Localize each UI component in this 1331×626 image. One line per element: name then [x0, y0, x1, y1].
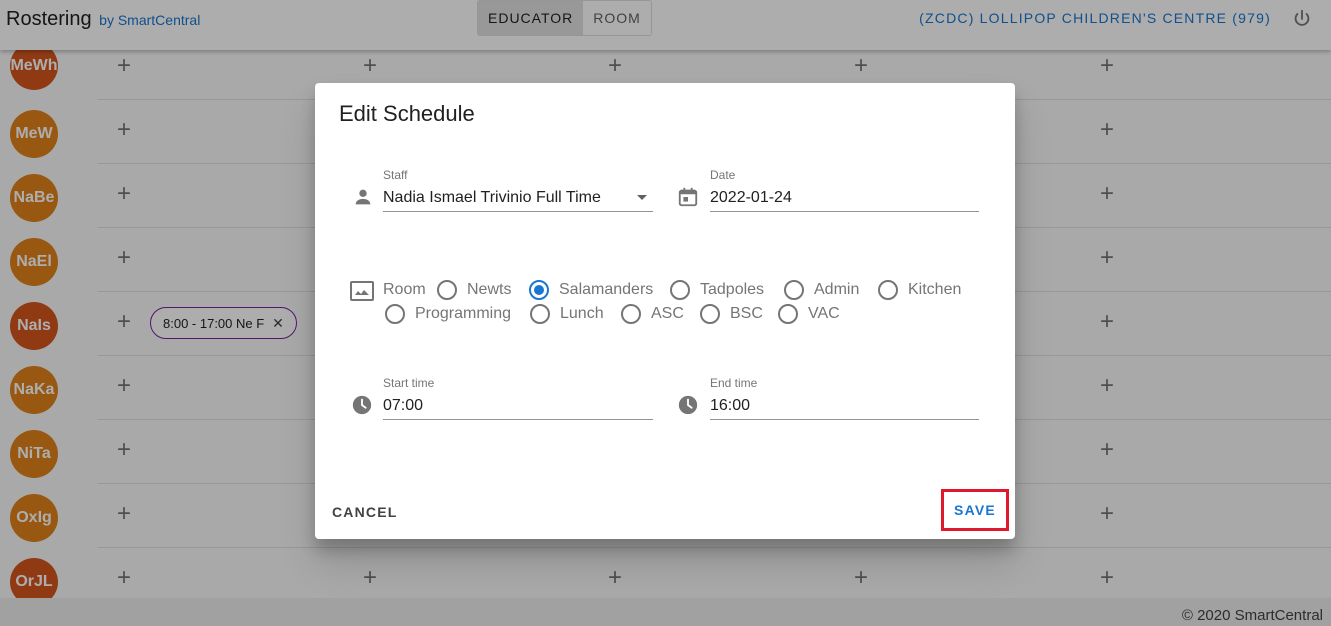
end-time-value[interactable]: 16:00 — [710, 396, 979, 420]
radio-circle[interactable] — [621, 304, 641, 324]
radio-admin[interactable]: Admin — [784, 280, 859, 300]
radio-asc[interactable]: ASC — [621, 304, 684, 324]
radio-newts[interactable]: Newts — [437, 280, 511, 300]
radio-salamanders[interactable]: Salamanders — [529, 280, 653, 300]
radio-circle[interactable] — [530, 304, 550, 324]
staff-value[interactable]: Nadia Ismael Trivinio Full Time — [383, 188, 653, 212]
calendar-icon[interactable] — [677, 186, 699, 208]
clock-icon[interactable] — [677, 394, 699, 416]
radio-circle[interactable] — [670, 280, 690, 300]
radio-circle[interactable] — [700, 304, 720, 324]
clock-icon[interactable] — [351, 394, 373, 416]
date-field[interactable]: Date 2022-01-24 — [710, 168, 979, 212]
start-time-label: Start time — [383, 376, 435, 390]
radio-circle[interactable] — [437, 280, 457, 300]
end-time-label: End time — [710, 376, 758, 390]
radio-circle[interactable] — [385, 304, 405, 324]
radio-circle[interactable] — [529, 280, 549, 300]
staff-select[interactable]: Staff Nadia Ismael Trivinio Full Time — [383, 168, 653, 212]
date-label: Date — [710, 168, 736, 182]
radio-tadpoles[interactable]: Tadpoles — [670, 280, 764, 300]
date-value[interactable]: 2022-01-24 — [710, 188, 979, 212]
room-icon — [350, 281, 374, 301]
save-button[interactable]: SAVE — [941, 489, 1009, 531]
radio-bsc[interactable]: BSC — [700, 304, 763, 324]
radio-kitchen[interactable]: Kitchen — [878, 280, 961, 300]
radio-circle[interactable] — [784, 280, 804, 300]
edit-schedule-dialog: Edit Schedule Staff Nadia Ismael Trivini… — [315, 83, 1015, 539]
start-time-value[interactable]: 07:00 — [383, 396, 653, 420]
radio-vac[interactable]: VAC — [778, 304, 840, 324]
start-time-field[interactable]: Start time 07:00 — [383, 376, 653, 420]
radio-circle[interactable] — [778, 304, 798, 324]
radio-programming[interactable]: Programming — [385, 304, 511, 324]
room-label: Room — [383, 281, 426, 298]
cancel-button[interactable]: CANCEL — [332, 504, 398, 520]
dialog-title: Edit Schedule — [339, 101, 475, 126]
end-time-field[interactable]: End time 16:00 — [710, 376, 979, 420]
person-icon — [355, 189, 371, 205]
staff-label: Staff — [383, 168, 408, 182]
caret-down-icon — [637, 195, 647, 200]
radio-lunch[interactable]: Lunch — [530, 304, 604, 324]
radio-circle[interactable] — [878, 280, 898, 300]
